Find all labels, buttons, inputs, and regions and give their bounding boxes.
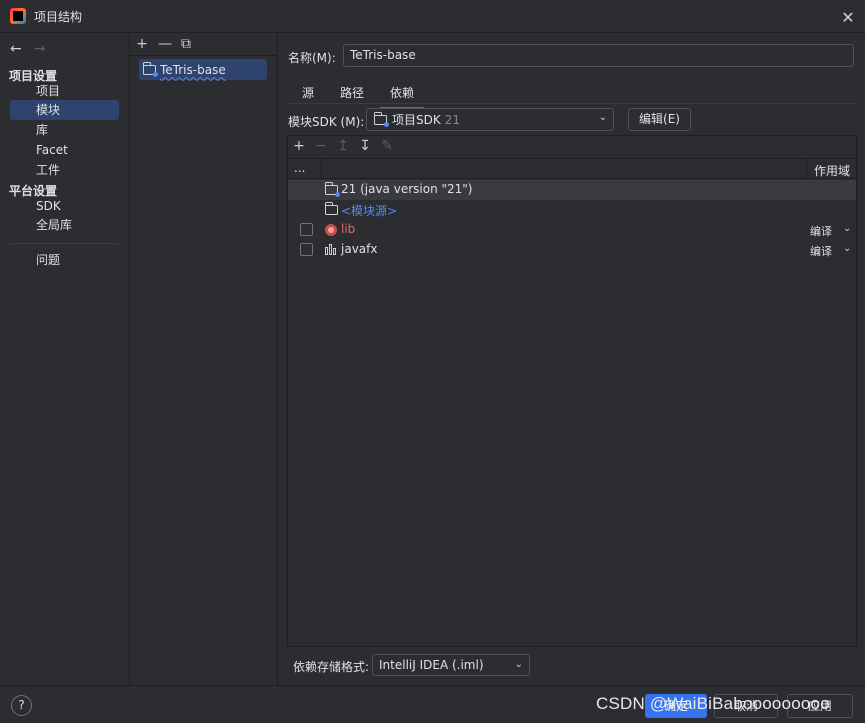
chevron-down-icon[interactable]: ⌄ <box>843 243 851 254</box>
export-checkbox[interactable] <box>300 223 313 236</box>
module-sdk-select[interactable]: 项目SDK 21 ⌄ <box>366 108 614 131</box>
module-list-panel: + — ⧉ TeTris-base <box>130 33 278 685</box>
dependencies-toolbar: + − ↥ ↧ ✎ <box>292 138 394 154</box>
storage-format-label: 依赖存储格式: <box>293 660 370 674</box>
nav-divider <box>10 243 118 244</box>
add-module-icon[interactable]: + <box>136 36 148 52</box>
toolbar-divider <box>130 55 278 56</box>
header-dots: ... <box>294 161 306 175</box>
dependency-name: javafx <box>341 242 378 256</box>
window-title: 项目结构 <box>34 9 83 24</box>
edit-dependency-icon[interactable]: ✎ <box>380 138 394 154</box>
nav-item-project[interactable]: 项目 <box>10 81 119 101</box>
back-arrow-icon[interactable]: ← <box>10 41 22 57</box>
nav-item-artifacts[interactable]: 工件 <box>10 160 119 180</box>
dependencies-table: + − ↥ ↧ ✎ ... 作用域 21 (java version "21")… <box>287 135 857 647</box>
sdk-version: 21 <box>444 112 461 127</box>
csdn-watermark: CSDN @WaiBiBabooooooooo <box>596 694 830 713</box>
library-icon <box>325 224 337 239</box>
dependency-name: 21 (java version "21") <box>341 182 473 196</box>
module-folder-icon <box>143 61 158 77</box>
nav-item-libraries[interactable]: 库 <box>10 120 119 140</box>
sdk-folder-icon <box>374 111 389 127</box>
dependency-scope[interactable]: 编译 <box>810 243 832 259</box>
module-tabs: 源 路径 依赖 <box>292 80 430 109</box>
module-detail-pane: 名称(M): TeTris-base 源 路径 依赖 模块SDK (M): 项目… <box>278 33 865 685</box>
close-icon[interactable]: ✕ <box>837 6 859 28</box>
move-down-icon[interactable]: ↧ <box>358 138 372 154</box>
dependencies-header: ... 作用域 <box>288 158 856 179</box>
module-name-label: 名称(M): <box>288 51 336 65</box>
tab-paths[interactable]: 路径 <box>330 80 374 109</box>
copy-module-icon[interactable]: ⧉ <box>180 36 192 52</box>
settings-nav: ← → 项目设置 项目 模块 库 Facet 工件 平台设置 SDK 全局库 问… <box>0 33 130 685</box>
module-list-toolbar: + — ⧉ <box>136 36 192 52</box>
dependency-scope[interactable]: 编译 <box>810 223 832 239</box>
title-bar: 项目结构 ✕ <box>0 0 865 33</box>
export-checkbox[interactable] <box>300 243 313 256</box>
chevron-down-icon: ⌄ <box>598 112 607 123</box>
tab-dependencies[interactable]: 依赖 <box>380 80 425 109</box>
source-folder-icon <box>325 202 338 218</box>
module-sdk-label: 模块SDK (M): <box>288 115 365 129</box>
remove-module-icon[interactable]: — <box>158 36 172 52</box>
dependency-row-sdk[interactable]: 21 (java version "21") <box>288 180 856 200</box>
header-separator <box>806 159 807 179</box>
nav-item-facet[interactable]: Facet <box>10 140 119 160</box>
dependency-name: lib <box>341 222 356 236</box>
chevron-down-icon[interactable]: ⌄ <box>843 223 851 234</box>
storage-format-select[interactable]: IntelliJ IDEA (.iml) ⌄ <box>372 654 530 676</box>
tabs-divider <box>288 103 854 104</box>
dependency-row-javafx[interactable]: javafx 编译 ⌄ <box>288 240 856 260</box>
dependency-row-module-source[interactable]: <模块源> <box>288 200 856 220</box>
tab-sources[interactable]: 源 <box>292 80 324 109</box>
nav-item-global-libraries[interactable]: 全局库 <box>10 215 119 235</box>
scope-column-header[interactable]: 作用域 <box>814 162 850 179</box>
nav-history-arrows: ← → <box>10 41 45 57</box>
intellij-app-icon <box>10 8 26 24</box>
nav-item-sdk[interactable]: SDK <box>10 196 119 216</box>
forward-arrow-icon[interactable]: → <box>34 41 46 57</box>
dependency-name: <模块源> <box>341 204 398 218</box>
sdk-folder-icon <box>325 182 340 198</box>
nav-item-modules[interactable]: 模块 <box>10 100 119 120</box>
storage-format-value: IntelliJ IDEA (.iml) <box>379 658 484 672</box>
jar-library-icon <box>325 244 336 258</box>
edit-sdk-button[interactable]: 编辑(E) <box>628 108 691 131</box>
remove-dependency-icon[interactable]: − <box>314 138 328 154</box>
nav-item-problems[interactable]: 问题 <box>10 250 119 270</box>
chevron-down-icon: ⌄ <box>514 659 523 670</box>
sdk-value: 项目SDK <box>392 113 441 127</box>
header-separator <box>321 159 322 179</box>
add-dependency-icon[interactable]: + <box>292 138 306 154</box>
move-up-icon[interactable]: ↥ <box>336 138 350 154</box>
dependency-row-lib[interactable]: lib 编译 ⌄ <box>288 220 856 240</box>
module-list-item[interactable]: TeTris-base <box>139 59 267 80</box>
module-item-label: TeTris-base <box>160 62 226 77</box>
help-button[interactable]: ? <box>11 695 32 716</box>
module-name-input[interactable]: TeTris-base <box>343 44 854 67</box>
